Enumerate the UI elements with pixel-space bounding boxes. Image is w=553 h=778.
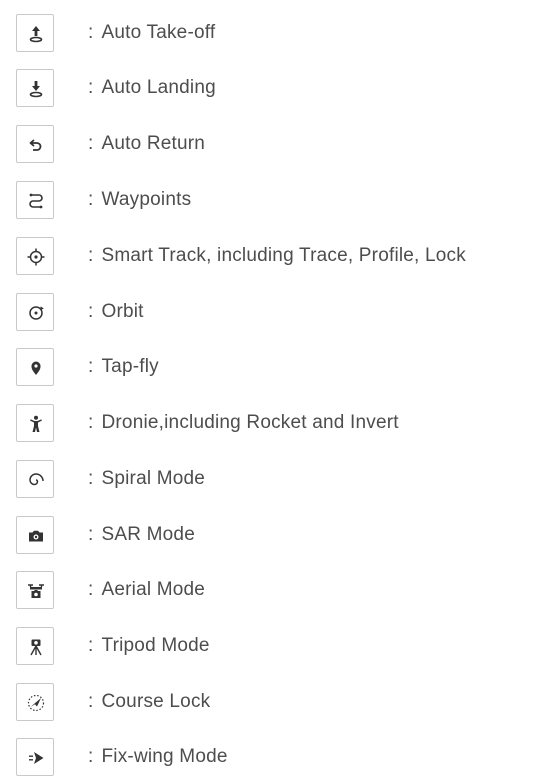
crosshair-icon: [16, 237, 54, 275]
camera-icon: [16, 516, 54, 554]
legend-row-aerial-mode: : Aerial Mode: [0, 571, 553, 611]
legend-row-orbit: : Orbit: [0, 293, 553, 333]
legend-row-auto-landing: : Auto Landing: [0, 69, 553, 109]
legend-separator: :: [88, 245, 94, 266]
landing-icon: [16, 69, 54, 107]
icon-legend: : Auto Take-off : Auto Landing : Auto Retur…: [0, 0, 553, 778]
legend-separator: :: [88, 301, 94, 322]
legend-row-tap-fly: : Tap-fly: [0, 348, 553, 388]
legend-label: Fix-wing Mode: [101, 746, 228, 767]
legend-row-auto-return: : Auto Return: [0, 125, 553, 165]
legend-label: Auto Return: [101, 133, 206, 154]
legend-separator: :: [88, 468, 94, 489]
legend-label: Tap-fly: [101, 356, 159, 377]
legend-label: Aerial Mode: [101, 579, 206, 600]
orbit-icon: [16, 293, 54, 331]
legend-separator: :: [88, 22, 94, 43]
legend-label: Orbit: [101, 301, 144, 322]
legend-label: Smart Track, including Trace, Profile, L…: [101, 245, 466, 266]
legend-label: Spiral Mode: [101, 468, 206, 489]
legend-separator: :: [88, 691, 94, 712]
legend-label: Course Lock: [101, 691, 211, 712]
plane-icon: [16, 738, 54, 776]
legend-row-waypoints: : Waypoints: [0, 181, 553, 221]
legend-row-fix-wing-mode: : Fix-wing Mode: [0, 738, 553, 778]
legend-separator: :: [88, 412, 94, 433]
legend-separator: :: [88, 356, 94, 377]
legend-row-tripod-mode: : Tripod Mode: [0, 627, 553, 667]
legend-label: Auto Take-off: [101, 22, 216, 43]
legend-separator: :: [88, 133, 94, 154]
legend-label: Dronie,including Rocket and Invert: [101, 412, 399, 433]
legend-separator: :: [88, 524, 94, 545]
legend-row-smart-track: : Smart Track, including Trace, Profile, …: [0, 237, 553, 277]
legend-label: Waypoints: [101, 189, 192, 210]
legend-separator: :: [88, 77, 94, 98]
legend-label: Tripod Mode: [101, 635, 210, 656]
map-pin-icon: [16, 348, 54, 386]
legend-separator: :: [88, 635, 94, 656]
legend-row-dronie: : Dronie,including Rocket and Invert: [0, 404, 553, 444]
legend-label: SAR Mode: [101, 524, 195, 545]
legend-separator: :: [88, 189, 94, 210]
legend-row-spiral-mode: : Spiral Mode: [0, 460, 553, 500]
waypoints-icon: [16, 181, 54, 219]
legend-label: Auto Landing: [101, 77, 216, 98]
legend-row-sar-mode: : SAR Mode: [0, 516, 553, 556]
legend-separator: :: [88, 746, 94, 767]
legend-row-auto-takeoff: : Auto Take-off: [0, 14, 553, 54]
spiral-icon: [16, 460, 54, 498]
person-icon: [16, 404, 54, 442]
tripod-icon: [16, 627, 54, 665]
legend-separator: :: [88, 579, 94, 600]
compass-icon: [16, 683, 54, 721]
legend-row-course-lock: : Course Lock: [0, 683, 553, 723]
return-icon: [16, 125, 54, 163]
takeoff-icon: [16, 14, 54, 52]
drone-camera-icon: [16, 571, 54, 609]
